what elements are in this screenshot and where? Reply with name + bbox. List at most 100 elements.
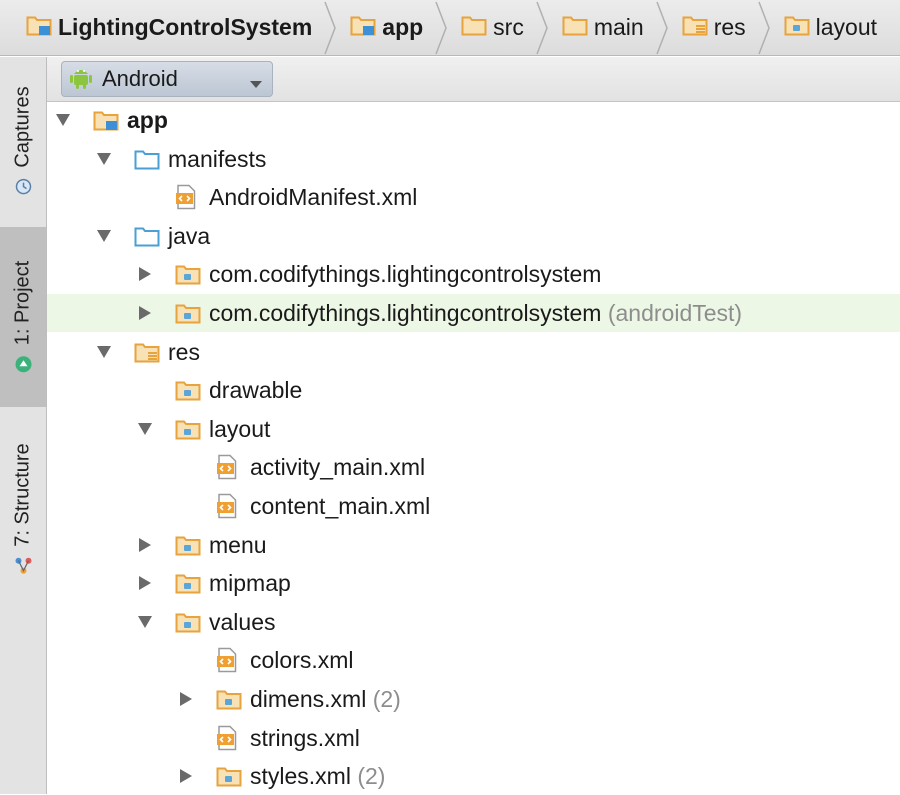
tree-row[interactable]: com.codifythings.lightingcontrolsystem bbox=[47, 255, 900, 293]
tab-captures[interactable]: Captures bbox=[0, 57, 46, 225]
expand-arrow-right-icon[interactable] bbox=[178, 691, 194, 707]
tree-node-label: com.codifythings.lightingcontrolsystem (… bbox=[209, 300, 742, 327]
module-folder-icon bbox=[93, 109, 119, 131]
tree-row[interactable]: values bbox=[47, 603, 900, 641]
tree-node-name: content_main.xml bbox=[250, 493, 431, 519]
xml-file-icon bbox=[216, 725, 238, 751]
tab-project[interactable]: 1: Project bbox=[0, 227, 46, 407]
tree-node-label: manifests bbox=[168, 146, 266, 173]
expand-arrow-right-icon[interactable] bbox=[137, 305, 153, 321]
breadcrumb-item-main[interactable]: main bbox=[562, 0, 654, 55]
package-folder-icon bbox=[175, 263, 201, 285]
breadcrumb-separator-icon bbox=[756, 0, 772, 55]
folder-icon bbox=[562, 14, 588, 41]
breadcrumb-separator-icon bbox=[534, 0, 550, 55]
tree-node-name: drawable bbox=[209, 377, 303, 404]
module-folder-icon bbox=[350, 14, 376, 41]
tree-row[interactable]: app bbox=[47, 101, 900, 139]
tree-node-label: AndroidManifest.xml bbox=[209, 184, 417, 211]
expand-arrow-down-icon[interactable] bbox=[96, 151, 112, 167]
blue-folder-icon bbox=[134, 148, 160, 170]
tree-row[interactable]: content_main.xml bbox=[47, 487, 900, 525]
xml-file-icon bbox=[175, 184, 197, 210]
tree-node-label: app bbox=[127, 107, 168, 134]
res-folder-icon bbox=[682, 14, 708, 41]
expand-arrow-down-icon[interactable] bbox=[55, 112, 71, 128]
tree-row[interactable]: AndroidManifest.xml bbox=[47, 178, 900, 216]
package-folder-icon bbox=[175, 534, 201, 556]
breadcrumb-label: src bbox=[493, 14, 524, 40]
tree-node-label: java bbox=[168, 223, 210, 250]
tree-node-name: com.codifythings.lightingcontrolsystem bbox=[209, 261, 602, 288]
tab-structure[interactable]: 7: Structure bbox=[0, 409, 46, 609]
expand-arrow-right-icon[interactable] bbox=[137, 266, 153, 282]
folder-icon bbox=[461, 14, 487, 41]
tree-row[interactable]: strings.xml bbox=[47, 719, 900, 757]
tree-node-name: java bbox=[168, 222, 211, 249]
tree-row[interactable]: layout bbox=[47, 410, 900, 448]
android-project-icon bbox=[14, 355, 32, 373]
tree-node-name: app bbox=[127, 107, 168, 133]
tree-node-label: values bbox=[209, 609, 275, 636]
tree-row[interactable]: activity_main.xml bbox=[47, 448, 900, 486]
tree-node-name: layout bbox=[209, 415, 271, 442]
package-folder-icon bbox=[175, 379, 201, 401]
tree-row[interactable]: drawable bbox=[47, 371, 900, 409]
tree-node-name: strings.xml bbox=[250, 724, 360, 751]
tree-node-name: activity_main.xml bbox=[250, 454, 426, 481]
package-folder-icon bbox=[175, 418, 201, 440]
tree-row[interactable]: styles.xml (2) bbox=[47, 757, 900, 795]
expand-arrow-down-icon[interactable] bbox=[137, 614, 153, 630]
tree-node-name: colors.xml bbox=[250, 647, 354, 674]
breadcrumb-separator-icon bbox=[654, 0, 670, 55]
breadcrumb-item-layout[interactable]: layout bbox=[784, 0, 887, 55]
expand-arrow-right-icon[interactable] bbox=[178, 768, 194, 784]
breadcrumb-label: res bbox=[713, 14, 746, 40]
navigation-breadcrumb: LightingControlSystem app src main res l… bbox=[0, 0, 900, 56]
expand-arrow-down-icon[interactable] bbox=[137, 421, 153, 437]
tree-node-name: values bbox=[209, 608, 276, 635]
project-panel-header: Android bbox=[47, 57, 900, 102]
tool-window-strip: Captures 1: Project 7: Structure bbox=[0, 57, 47, 794]
tree-node-label: drawable bbox=[209, 377, 302, 404]
breadcrumb-item-src[interactable]: src bbox=[461, 0, 534, 55]
tree-row[interactable]: res bbox=[47, 333, 900, 371]
tree-row[interactable]: java bbox=[47, 217, 900, 255]
expand-arrow-down-icon[interactable] bbox=[96, 344, 112, 360]
package-folder-icon bbox=[216, 688, 242, 710]
tree-node-suffix: (2) bbox=[357, 763, 386, 790]
package-folder-icon bbox=[175, 572, 201, 594]
xml-file-icon bbox=[216, 493, 238, 519]
package-folder-icon bbox=[216, 765, 242, 787]
breadcrumb-item-res[interactable]: res bbox=[682, 0, 756, 55]
expand-arrow-right-icon[interactable] bbox=[137, 575, 153, 591]
tree-row[interactable]: manifests bbox=[47, 140, 900, 178]
project-view-label: Android bbox=[102, 66, 178, 91]
expand-arrow-down-icon[interactable] bbox=[96, 228, 112, 244]
tree-row[interactable]: colors.xml bbox=[47, 641, 900, 679]
expand-arrow-right-icon[interactable] bbox=[137, 537, 153, 553]
tree-node-label: activity_main.xml bbox=[250, 454, 425, 481]
breadcrumb-label: layout bbox=[815, 14, 878, 40]
tree-node-name: manifests bbox=[168, 145, 267, 172]
tree-node-name: dimens.xml bbox=[250, 686, 367, 712]
tree-node-label: menu bbox=[209, 532, 267, 559]
project-view-dropdown[interactable]: Android bbox=[61, 61, 273, 97]
tree-row[interactable]: dimens.xml (2) bbox=[47, 680, 900, 718]
breadcrumb-item-project[interactable]: LightingControlSystem bbox=[26, 0, 322, 55]
breadcrumb-separator-icon bbox=[322, 0, 338, 55]
tree-row[interactable]: mipmap bbox=[47, 564, 900, 602]
chevron-down-icon bbox=[250, 76, 262, 94]
tree-node-suffix: (2) bbox=[372, 686, 401, 712]
tree-node-label: mipmap bbox=[209, 570, 291, 597]
tree-node-name: res bbox=[168, 338, 200, 365]
breadcrumb-label: LightingControlSystem bbox=[58, 14, 313, 40]
breadcrumb-separator-icon bbox=[433, 0, 449, 55]
tree-node-name: AndroidManifest.xml bbox=[209, 184, 418, 211]
breadcrumb-item-app[interactable]: app bbox=[350, 0, 433, 55]
tree-node-suffix: (androidTest) bbox=[607, 300, 743, 326]
tree-row[interactable]: menu bbox=[47, 526, 900, 564]
tree-node-label: colors.xml bbox=[250, 647, 354, 674]
blue-folder-icon bbox=[134, 225, 160, 247]
tree-row[interactable]: com.codifythings.lightingcontrolsystem (… bbox=[47, 294, 900, 332]
